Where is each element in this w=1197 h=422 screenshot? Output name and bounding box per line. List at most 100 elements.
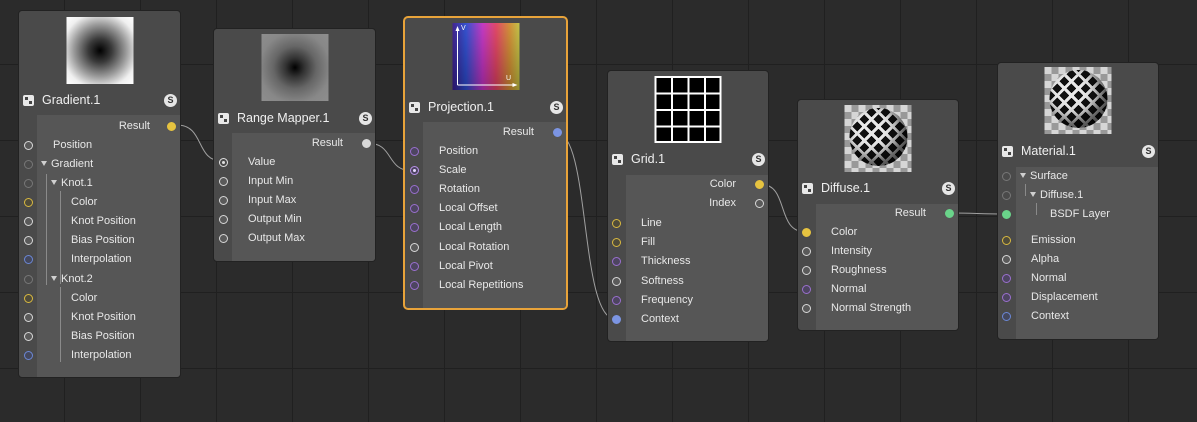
input-port[interactable] [410, 281, 419, 290]
input-port[interactable] [219, 196, 228, 205]
result-output-port[interactable] [945, 209, 954, 218]
result-output-port[interactable] [553, 128, 562, 137]
result-output-port[interactable] [167, 122, 176, 131]
index-output-port[interactable] [755, 199, 764, 208]
bsdf-layer-input-port[interactable] [1002, 210, 1011, 219]
input-port[interactable] [24, 198, 33, 207]
projection-header[interactable]: Projection.1 S [405, 97, 566, 117]
context-input-port[interactable] [612, 315, 621, 324]
tree-label[interactable]: Gradient [41, 155, 93, 174]
input-port[interactable] [410, 204, 419, 213]
solo-badge-icon[interactable]: S [550, 100, 563, 114]
solo-badge-icon[interactable]: S [164, 93, 177, 107]
solo-badge-icon[interactable]: S [359, 111, 372, 125]
input-port[interactable] [410, 185, 419, 194]
input-port[interactable] [802, 285, 811, 294]
input-port[interactable] [410, 166, 419, 175]
input-label: Local Repetitions [439, 279, 524, 291]
input-label: Scale [439, 164, 467, 176]
expand-triangle-icon[interactable] [51, 180, 57, 185]
node-title: Grid.1 [631, 152, 666, 166]
solo-badge-icon[interactable]: S [752, 152, 765, 166]
input-port[interactable] [802, 247, 811, 256]
tree-label[interactable]: Surface [1020, 167, 1068, 186]
expand-triangle-icon[interactable] [41, 161, 47, 166]
input-port[interactable] [24, 179, 33, 188]
input-port[interactable] [24, 294, 33, 303]
material-node[interactable]: Material.1 S Surface Diffuse.1 BSDF Laye… [997, 62, 1159, 340]
input-label: Normal Strength [831, 302, 912, 314]
input-label: Value [248, 156, 276, 168]
input-label: Displacement [1031, 291, 1098, 303]
node-title: Material.1 [1021, 144, 1076, 158]
gradient-node[interactable]: Gradient.1 S Result Position Gradient Kn… [18, 10, 181, 378]
tree-label[interactable]: Knot.2 [51, 270, 93, 289]
material-sphere-preview [1044, 67, 1112, 134]
expand-triangle-icon[interactable] [1020, 173, 1026, 178]
input-port[interactable] [612, 219, 621, 228]
input-port[interactable] [1002, 236, 1011, 245]
grid-header[interactable]: Grid.1 S [608, 149, 768, 169]
node-title: Diffuse.1 [821, 181, 871, 195]
input-label: BSDF Layer [1050, 208, 1110, 220]
shader-node-icon [612, 153, 623, 165]
projection-uv-preview: V U [452, 23, 519, 90]
input-port[interactable] [24, 217, 33, 226]
input-label: Fill [641, 236, 656, 248]
input-port[interactable] [24, 313, 33, 322]
diffuse-header[interactable]: Diffuse.1 S [798, 178, 958, 198]
node-title: Range Mapper.1 [237, 111, 330, 125]
input-port[interactable] [802, 304, 811, 313]
input-port[interactable] [1002, 274, 1011, 283]
node-title: Projection.1 [428, 100, 495, 114]
input-port[interactable] [410, 147, 419, 156]
input-port[interactable] [410, 262, 419, 271]
input-port[interactable] [219, 177, 228, 186]
input-label: Output Min [248, 213, 302, 225]
input-port[interactable] [1002, 293, 1011, 302]
input-port[interactable] [219, 158, 228, 167]
input-port[interactable] [219, 215, 228, 224]
input-port[interactable] [24, 255, 33, 264]
input-port[interactable] [612, 277, 621, 286]
material-header[interactable]: Material.1 S [998, 141, 1158, 161]
input-port[interactable] [24, 236, 33, 245]
tree-label[interactable]: Diffuse.1 [1030, 186, 1083, 205]
expand-triangle-icon[interactable] [1030, 192, 1036, 197]
input-port[interactable] [24, 160, 33, 169]
projection-node[interactable]: V U Projection.1 S Result Position Scale… [404, 17, 567, 309]
input-port[interactable] [802, 228, 811, 237]
input-port[interactable] [802, 266, 811, 275]
color-output-port[interactable] [755, 180, 764, 189]
input-port[interactable] [1002, 255, 1011, 264]
input-port[interactable] [612, 257, 621, 266]
input-label: Position [53, 139, 93, 151]
input-label: Rotation [439, 183, 480, 195]
input-port[interactable] [410, 243, 419, 252]
tree-label[interactable]: Knot.1 [51, 174, 93, 193]
input-port[interactable] [24, 332, 33, 341]
solo-badge-icon[interactable]: S [1142, 144, 1155, 158]
input-port[interactable] [24, 141, 33, 150]
result-output-port[interactable] [362, 139, 371, 148]
input-label: Output Max [248, 232, 305, 244]
input-port[interactable] [410, 223, 419, 232]
input-port[interactable] [1002, 172, 1011, 181]
input-port[interactable] [24, 275, 33, 284]
range-mapper-node[interactable]: Range Mapper.1 S Result Value Input Min … [213, 28, 376, 262]
input-port[interactable] [1002, 312, 1011, 321]
input-port[interactable] [24, 351, 33, 360]
input-port[interactable] [219, 234, 228, 243]
input-port[interactable] [1002, 191, 1011, 200]
grid-node[interactable]: Grid.1 S Color Index Line Fill Thickness… [607, 70, 769, 342]
range-mapper-header[interactable]: Range Mapper.1 S [214, 108, 375, 128]
expand-triangle-icon[interactable] [51, 276, 57, 281]
input-port[interactable] [612, 238, 621, 247]
solo-badge-icon[interactable]: S [942, 181, 955, 195]
input-label: Intensity [831, 245, 872, 257]
gradient-header[interactable]: Gradient.1 S [19, 90, 180, 110]
diffuse-node[interactable]: Diffuse.1 S Result Color Intensity Rough… [797, 99, 959, 331]
shader-node-icon [218, 112, 229, 124]
input-port[interactable] [612, 296, 621, 305]
input-label: Local Pivot [439, 260, 493, 272]
